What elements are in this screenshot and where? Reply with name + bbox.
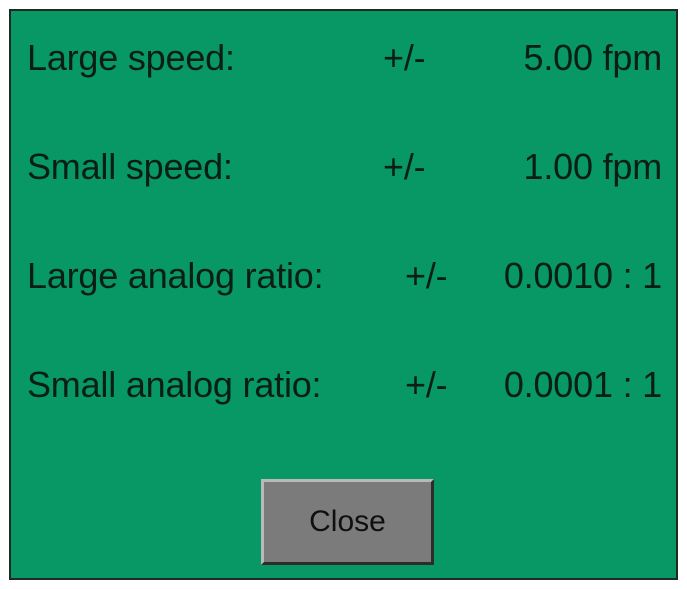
small-analog-ratio-plusminus: +/- bbox=[405, 364, 448, 405]
large-speed-row: Large speed: +/- 5.00 fpm bbox=[11, 28, 676, 88]
close-button[interactable]: Close bbox=[261, 479, 434, 565]
small-speed-plusminus: +/- bbox=[383, 146, 426, 187]
small-analog-ratio-row: Small analog ratio: +/- 0.0001 : 1 bbox=[11, 355, 676, 415]
large-analog-ratio-row: Large analog ratio: +/- 0.0010 : 1 bbox=[11, 246, 676, 306]
small-speed-label: Small speed: bbox=[27, 146, 233, 187]
small-analog-ratio-value: 0.0001 : 1 bbox=[503, 364, 662, 405]
large-speed-value: 5.00 fpm bbox=[523, 37, 663, 78]
large-analog-ratio-value: 0.0010 : 1 bbox=[503, 255, 662, 296]
increment-settings-dialog: Large speed: +/- 5.00 fpm Small speed: +… bbox=[9, 9, 678, 580]
large-analog-ratio-plusminus: +/- bbox=[405, 255, 448, 296]
small-speed-row: Small speed: +/- 1.00 fpm bbox=[11, 137, 676, 197]
large-analog-ratio-label: Large analog ratio: bbox=[27, 255, 324, 296]
large-speed-plusminus: +/- bbox=[383, 37, 426, 78]
small-speed-value: 1.00 fpm bbox=[523, 146, 663, 187]
small-analog-ratio-label: Small analog ratio: bbox=[27, 364, 322, 405]
large-speed-label: Large speed: bbox=[27, 37, 235, 78]
